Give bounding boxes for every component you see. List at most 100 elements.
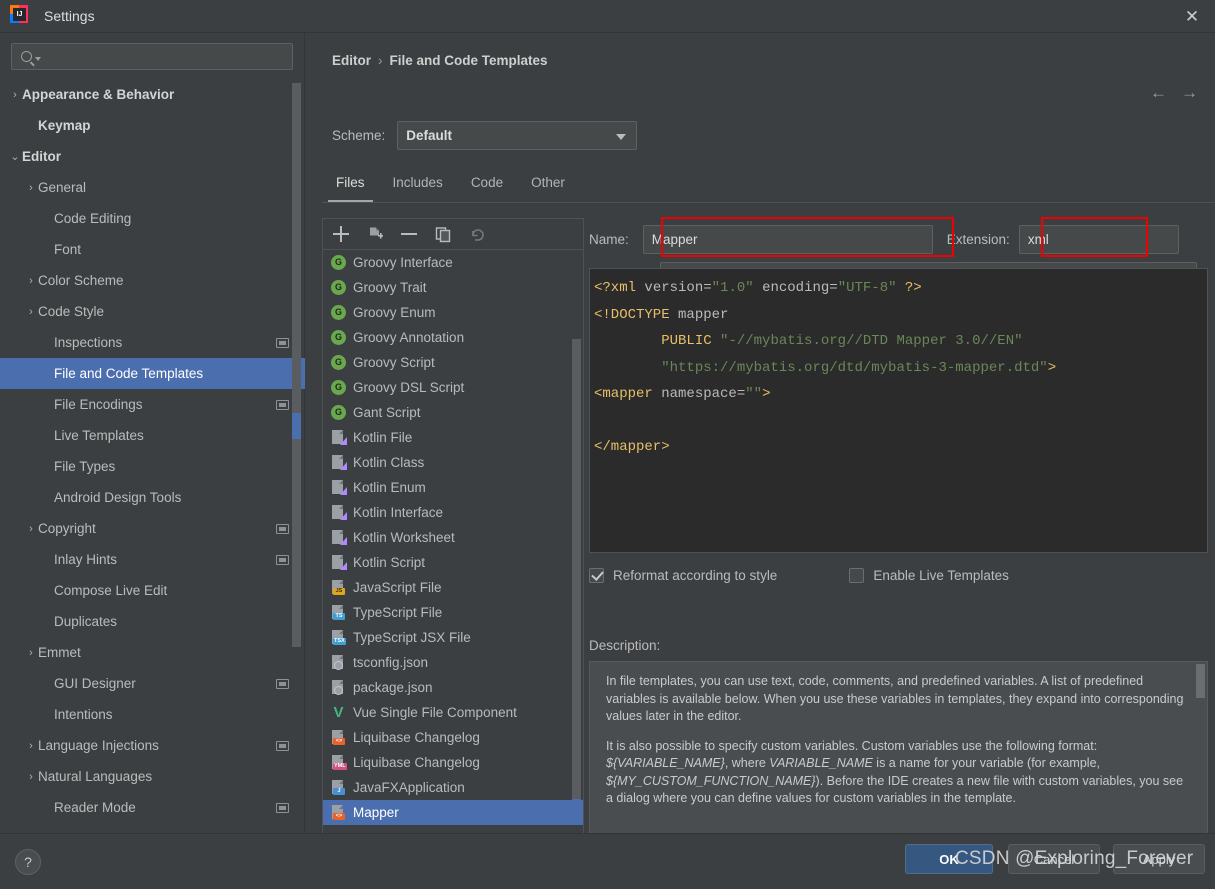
list-item-label: JavaFXApplication <box>353 780 465 795</box>
list-item[interactable]: G Groovy Interface <box>323 250 583 275</box>
tab-other[interactable]: Other <box>517 164 579 202</box>
list-item[interactable]: tsconfig.json <box>323 650 583 675</box>
sidebar-item-emmet[interactable]: › Emmet <box>0 637 305 668</box>
list-item[interactable]: J JavaFXApplication <box>323 775 583 800</box>
list-item[interactable]: G Groovy Annotation <box>323 325 583 350</box>
sidebar-item-editor[interactable]: ⌄ Editor <box>0 141 305 172</box>
breadcrumb: Editor › File and Code Templates <box>332 53 548 68</box>
sidebar-item-android-design-tools[interactable]: Android Design Tools <box>0 482 305 513</box>
sidebar-item-code-editing[interactable]: Code Editing <box>0 203 305 234</box>
help-icon[interactable]: ? <box>15 849 41 875</box>
scheme-dropdown[interactable]: Default <box>397 121 638 150</box>
sidebar-item-label: Color Scheme <box>38 273 124 288</box>
chevron-right-icon[interactable]: › <box>24 275 38 287</box>
list-item[interactable]: Kotlin Interface <box>323 500 583 525</box>
sidebar-item-language-injections[interactable]: › Language Injections <box>0 730 305 761</box>
chevron-right-icon[interactable]: › <box>24 182 38 194</box>
sidebar-item-code-style[interactable]: › Code Style <box>0 296 305 327</box>
list-item[interactable]: G Groovy DSL Script <box>323 375 583 400</box>
breadcrumb-parent[interactable]: Editor <box>332 53 371 68</box>
template-list-scrollbar[interactable] <box>572 339 581 799</box>
live-templates-checkbox[interactable]: Enable Live Templates <box>849 568 1009 583</box>
sidebar-item-inlay-hints[interactable]: Inlay Hints <box>0 544 305 575</box>
list-item[interactable]: Kotlin Script <box>323 550 583 575</box>
chevron-down-icon[interactable]: ⌄ <box>8 150 22 163</box>
sidebar-item-general[interactable]: › General <box>0 172 305 203</box>
extension-input[interactable]: xml <box>1018 225 1179 254</box>
tab-files[interactable]: Files <box>322 164 379 202</box>
new-file-icon[interactable] <box>367 226 384 243</box>
list-item-label: Kotlin Script <box>353 555 426 570</box>
sidebar-item-reader-mode[interactable]: Reader Mode <box>0 792 305 823</box>
arrow-left-icon[interactable]: ← <box>1150 83 1167 103</box>
tab-code[interactable]: Code <box>457 164 517 202</box>
sidebar-scrollbar[interactable] <box>292 83 301 825</box>
search-input[interactable] <box>41 49 292 64</box>
sidebar-item-color-scheme[interactable]: › Color Scheme <box>0 265 305 296</box>
kotlin-icon <box>331 430 347 445</box>
close-icon[interactable]: ✕ <box>1169 0 1215 33</box>
sidebar-item-file-types[interactable]: File Types <box>0 451 305 482</box>
sidebar-item-gui-designer[interactable]: GUI Designer <box>0 668 305 699</box>
name-input[interactable]: Mapper <box>642 225 933 254</box>
list-item-label: Kotlin Class <box>353 455 425 470</box>
sidebar-item-label: Intentions <box>54 707 113 722</box>
chevron-right-icon[interactable]: › <box>8 89 22 101</box>
sidebar-item-inspections[interactable]: Inspections <box>0 327 305 358</box>
sidebar-item-intentions[interactable]: Intentions <box>0 699 305 730</box>
list-item[interactable]: Kotlin Worksheet <box>323 525 583 550</box>
search-box[interactable] <box>11 43 293 70</box>
sidebar-item-copyright[interactable]: › Copyright <box>0 513 305 544</box>
copy-icon[interactable] <box>435 226 452 243</box>
list-item[interactable]: TS TypeScript File <box>323 600 583 625</box>
sidebar-item-label: Inspections <box>54 335 123 350</box>
chevron-right-icon[interactable]: › <box>24 306 38 318</box>
sidebar-item-appearance-behavior[interactable]: › Appearance & Behavior <box>0 79 305 110</box>
minus-icon[interactable] <box>401 226 418 243</box>
list-item[interactable]: <> Liquibase Changelog <box>323 725 583 750</box>
sidebar-item-duplicates[interactable]: Duplicates <box>0 606 305 637</box>
list-item[interactable]: G Groovy Script <box>323 350 583 375</box>
options-row: Reformat according to style Enable Live … <box>589 568 1009 583</box>
sidebar-item-compose-live-edit[interactable]: Compose Live Edit <box>0 575 305 606</box>
template-list[interactable]: G Groovy Interface G Groovy Trait G Groovy En… <box>323 250 583 832</box>
chevron-right-icon[interactable]: › <box>24 771 38 783</box>
reformat-checkbox[interactable]: Reformat according to style <box>589 568 777 583</box>
list-item[interactable]: JS JavaScript File <box>323 575 583 600</box>
list-item[interactable]: TSX TypeScript JSX File <box>323 625 583 650</box>
list-item[interactable]: YML Liquibase Changelog <box>323 750 583 775</box>
undo-icon[interactable] <box>469 226 486 243</box>
description-scrollbar[interactable] <box>1196 664 1205 698</box>
arrow-right-icon[interactable]: → <box>1181 83 1198 103</box>
list-item[interactable]: Kotlin Enum <box>323 475 583 500</box>
tab-includes[interactable]: Includes <box>379 164 457 202</box>
description-box[interactable]: In file templates, you can use text, cod… <box>589 661 1208 851</box>
chevron-right-icon[interactable]: › <box>24 740 38 752</box>
scheme-label: Scheme: <box>332 128 386 143</box>
kotlin-icon <box>331 480 347 495</box>
list-item[interactable]: Kotlin Class <box>323 450 583 475</box>
chevron-right-icon[interactable]: › <box>24 523 38 535</box>
list-item[interactable]: G Gant Script <box>323 400 583 425</box>
list-item[interactable]: G Groovy Enum <box>323 300 583 325</box>
list-item[interactable]: <> Mapper <box>323 800 583 825</box>
name-label: Name: <box>589 232 629 247</box>
sidebar-item-file-encodings[interactable]: File Encodings <box>0 389 305 420</box>
sidebar-item-natural-languages[interactable]: › Natural Languages <box>0 761 305 792</box>
template-code-editor[interactable]: <?xml version="1.0" encoding="UTF-8" ?> <… <box>589 268 1208 553</box>
sidebar-item-live-templates[interactable]: Live Templates <box>0 420 305 451</box>
list-item[interactable]: V Vue Single File Component <box>323 700 583 725</box>
sidebar-item-file-and-code-templates[interactable]: File and Code Templates <box>0 358 305 389</box>
sidebar-item-keymap[interactable]: Keymap <box>0 110 305 141</box>
sidebar-item-font[interactable]: Font <box>0 234 305 265</box>
checkbox-icon <box>589 568 604 583</box>
chevron-right-icon[interactable]: › <box>24 647 38 659</box>
groovy-icon: G <box>331 255 346 270</box>
list-item[interactable]: Kotlin File <box>323 425 583 450</box>
list-item[interactable]: package.json <box>323 675 583 700</box>
extension-label: Extension: <box>946 232 1010 247</box>
list-item[interactable]: G Groovy Trait <box>323 275 583 300</box>
plus-icon[interactable] <box>333 226 350 243</box>
scheme-row: Scheme: Default <box>332 121 638 150</box>
